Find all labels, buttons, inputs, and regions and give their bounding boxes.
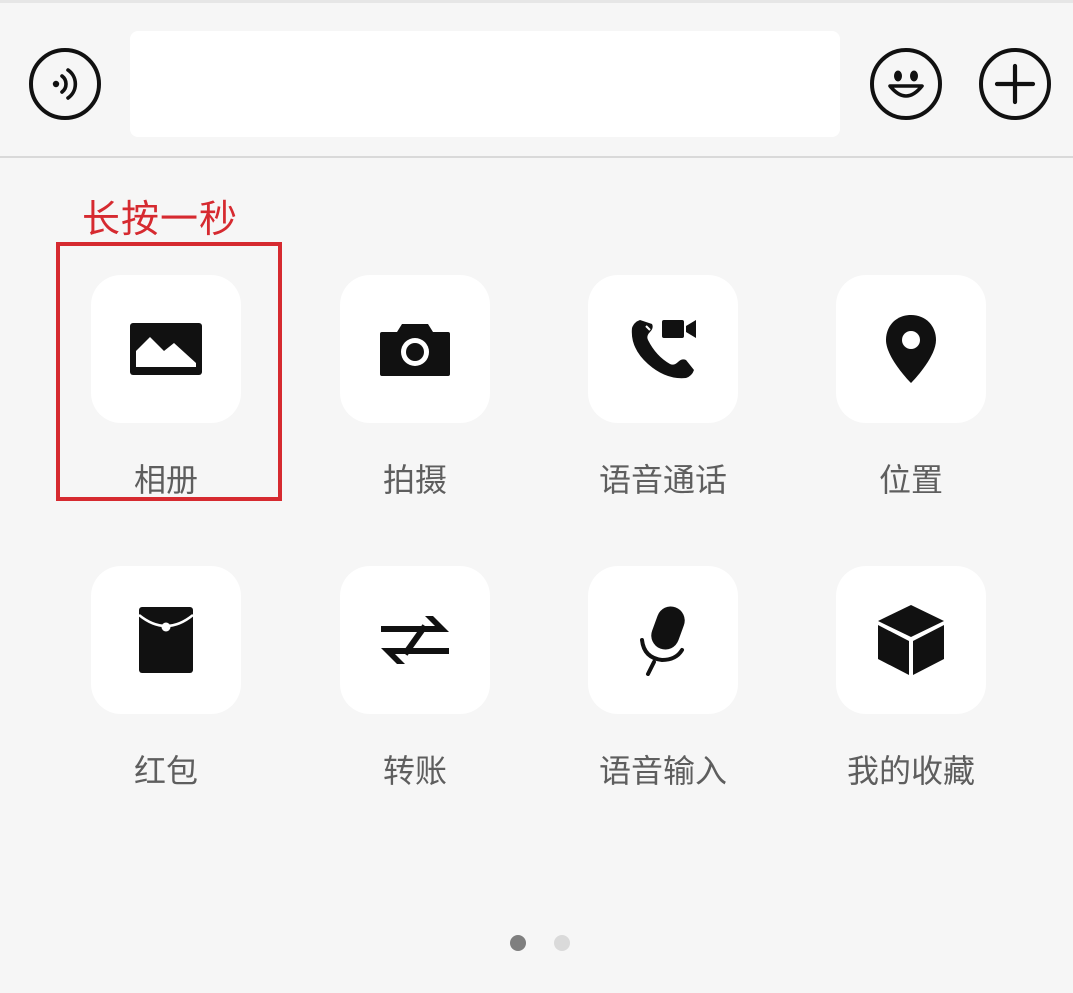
plus-icon: [994, 63, 1036, 105]
panel-item-voice-call[interactable]: 语音通话: [588, 275, 738, 501]
voice-video-call-icon: [631, 320, 696, 379]
panel-item-label: 位置: [878, 461, 943, 499]
panel-item-label: 转账: [382, 752, 447, 790]
panel-item-icon-box: [836, 275, 986, 423]
panel-item-label: 相册: [133, 461, 198, 499]
page-indicator: [510, 935, 570, 951]
page-dot-2[interactable]: [554, 935, 570, 951]
voice-input-icon: [52, 68, 78, 100]
panel-item-icon-box: [588, 566, 738, 714]
panel-item-label: 拍摄: [382, 461, 447, 499]
more-button[interactable]: [979, 48, 1051, 120]
transfer-icon: [381, 616, 449, 664]
panel-item-label: 红包: [133, 752, 198, 790]
red-packet-icon: [138, 607, 194, 673]
panel-item-favorites[interactable]: 我的收藏: [836, 566, 986, 792]
panel-item-voice-input[interactable]: 语音输入: [588, 566, 738, 792]
location-pin-icon: [886, 315, 936, 383]
panel-item-icon-box: [836, 566, 986, 714]
panel-item-red-packet[interactable]: 红包: [91, 566, 241, 792]
microphone-icon: [640, 606, 685, 676]
favorites-cube-icon: [878, 605, 944, 675]
annotation-text: 长按一秒: [82, 197, 239, 241]
panel-item-label: 语音通话: [598, 461, 727, 499]
emoji-button[interactable]: [870, 48, 942, 120]
panel-item-icon-box: [91, 566, 241, 714]
message-input[interactable]: [130, 31, 840, 137]
photo-album-icon: [130, 323, 202, 375]
camera-icon: [380, 324, 450, 376]
panel-item-label: 我的收藏: [846, 752, 975, 790]
panel-item-label: 语音输入: [598, 752, 727, 790]
panel-item-album[interactable]: 相册: [91, 275, 241, 501]
panel-item-transfer[interactable]: 转账: [340, 566, 490, 792]
emoji-icon: [888, 70, 924, 98]
panel-item-location[interactable]: 位置: [836, 275, 986, 501]
panel-item-icon-box: [588, 275, 738, 423]
panel-item-icon-box: [91, 275, 241, 423]
panel-item-camera[interactable]: 拍摄: [340, 275, 490, 501]
chat-input-bar: [0, 0, 1073, 158]
panel-item-icon-box: [340, 566, 490, 714]
page-dot-1[interactable]: [510, 935, 526, 951]
voice-input-button[interactable]: [29, 48, 101, 120]
panel-item-icon-box: [340, 275, 490, 423]
